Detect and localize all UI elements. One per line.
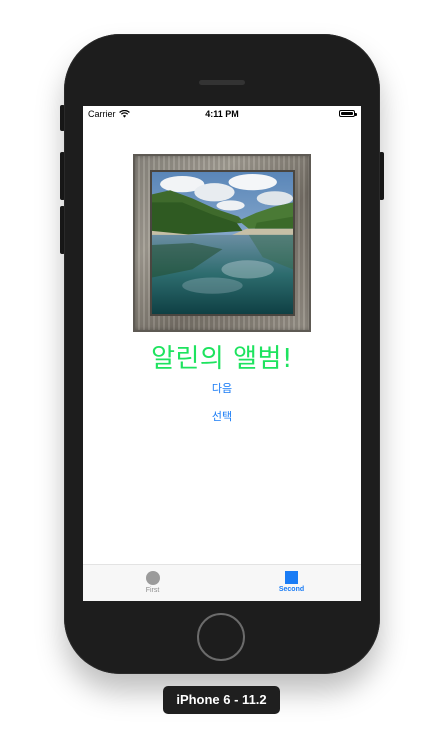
status-time: 4:11 PM (205, 109, 239, 119)
circle-icon (145, 571, 160, 585)
square-icon (285, 571, 298, 584)
next-button[interactable]: 다음 (83, 380, 361, 396)
tab-bar: First Second (83, 564, 361, 601)
album-photo (152, 172, 293, 314)
tab-second-label: Second (278, 586, 305, 593)
tab-second[interactable]: Second (222, 565, 361, 601)
device-screen: Carrier 4:11 PM 알린의 앨범! 다음 선택 First Seco… (83, 106, 361, 601)
select-button[interactable]: 선택 (83, 408, 361, 424)
album-title: 알린의 앨범! (151, 344, 293, 374)
battery-icon (339, 110, 357, 117)
landscape-image (152, 172, 293, 314)
device-label: iPhone 6 - 11.2 (163, 686, 280, 714)
tab-first-label: First (145, 587, 160, 594)
status-bar: Carrier 4:11 PM (83, 106, 361, 122)
home-button[interactable] (197, 613, 245, 661)
album-photo-frame (133, 154, 311, 332)
earpiece-speaker (199, 80, 245, 85)
simulator-stage: Carrier 4:11 PM 알린의 앨범! 다음 선택 First Seco… (0, 0, 444, 756)
tab-first[interactable]: First (83, 565, 222, 601)
